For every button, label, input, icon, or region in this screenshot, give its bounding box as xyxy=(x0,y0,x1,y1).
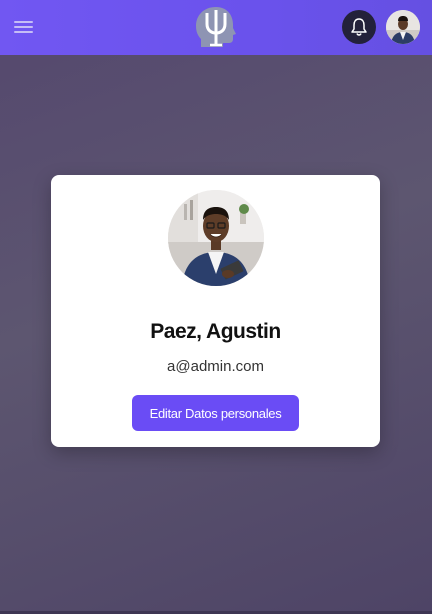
profile-card: Paez, Agustin a@admin.com Editar Datos p… xyxy=(51,175,380,447)
hamburger-menu-icon[interactable] xyxy=(14,18,36,36)
profile-name: Paez, Agustin xyxy=(150,320,281,343)
top-navbar xyxy=(0,0,432,55)
user-avatar[interactable] xyxy=(386,10,420,44)
edit-personal-data-button[interactable]: Editar Datos personales xyxy=(132,395,299,431)
bell-icon xyxy=(351,18,367,36)
psi-logo-icon[interactable] xyxy=(193,5,239,49)
profile-photo xyxy=(168,190,264,286)
profile-email: a@admin.com xyxy=(167,358,264,375)
notifications-button[interactable] xyxy=(342,10,376,44)
